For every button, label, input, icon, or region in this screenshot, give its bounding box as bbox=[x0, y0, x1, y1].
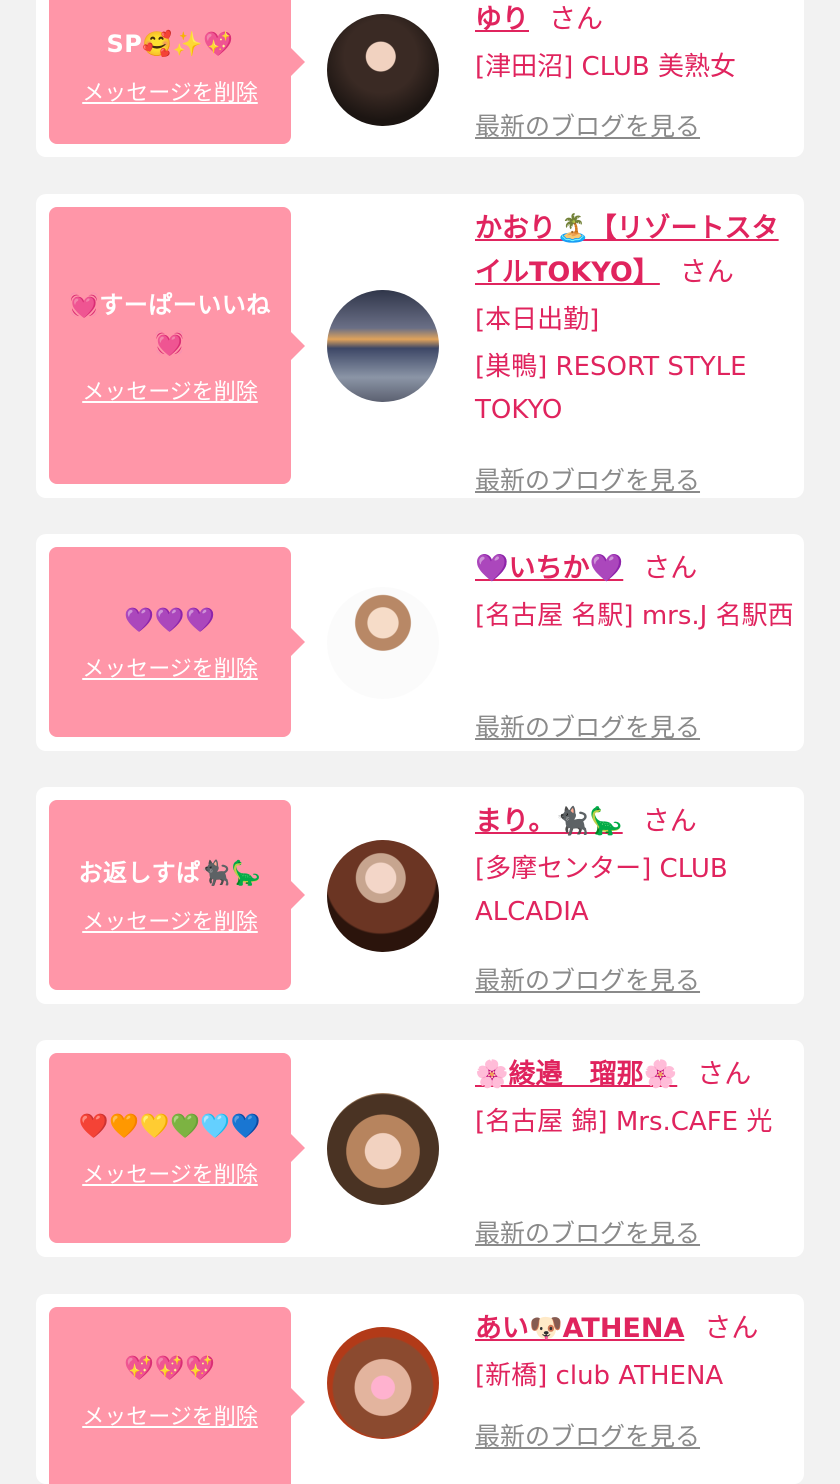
profile-info: ゆり さん [津田沼] CLUB 美熟女 最新のブログを見る bbox=[475, 0, 795, 141]
message-card: ❤️🧡💛💚🩵💙 メッセージを削除 🌸綾邉 瑠那🌸 さん [名古屋 錦] Mrs.C… bbox=[36, 1040, 804, 1257]
message-text: ❤️🧡💛💚🩵💙 bbox=[78, 1112, 262, 1140]
message-card: 💖💖💖 メッセージを削除 あい🐶ATHENA さん [新橋] club ATHEN… bbox=[36, 1294, 804, 1484]
honorific-label: さん bbox=[549, 4, 603, 35]
shop-info: [新橋] club ATHENA bbox=[475, 1361, 724, 1391]
message-text: 💖💖💖 bbox=[124, 1354, 216, 1382]
message-bubble: 💓すーぱーいいね💓 メッセージを削除 bbox=[49, 207, 305, 484]
latest-blog-link[interactable]: 最新のブログを見る bbox=[475, 961, 700, 997]
avatar[interactable] bbox=[327, 1093, 439, 1205]
message-bubble: ❤️🧡💛💚🩵💙 メッセージを削除 bbox=[49, 1053, 305, 1243]
shop-info: [本日出勤] bbox=[475, 305, 600, 335]
profile-name-link[interactable]: ゆり bbox=[475, 4, 529, 35]
profile-name-link[interactable]: あい🐶ATHENA bbox=[475, 1313, 684, 1344]
avatar[interactable] bbox=[327, 587, 439, 699]
message-card: 💓すーぱーいいね💓 メッセージを削除 かおり🏝️【リゾートスタイルTOKYO】さ… bbox=[36, 194, 804, 498]
honorific-label: さん bbox=[643, 553, 698, 584]
profile-info: 💜いちか💜 さん [名古屋 名駅] mrs.J 名駅西 最新のブログを見る bbox=[475, 547, 795, 742]
latest-blog-link[interactable]: 最新のブログを見る bbox=[475, 708, 700, 744]
delete-message-link[interactable]: メッセージを削除 bbox=[82, 904, 258, 936]
latest-blog-link[interactable]: 最新のブログを見る bbox=[475, 1417, 700, 1453]
latest-blog-link[interactable]: 最新のブログを見る bbox=[475, 461, 700, 497]
avatar[interactable] bbox=[327, 1327, 439, 1439]
shop-info: [名古屋 錦] Mrs.CAFE 光 bbox=[475, 1107, 773, 1137]
message-card: お返しすぱ🐈‍⬛🦕 メッセージを削除 まり。🐈‍⬛🦕 さん [多摩センター] CL… bbox=[36, 787, 804, 1004]
message-text: SP🥰✨💖 bbox=[106, 30, 234, 58]
profile-info: 🌸綾邉 瑠那🌸 さん [名古屋 錦] Mrs.CAFE 光 最新のブログを見る bbox=[475, 1053, 795, 1248]
message-bubble: SP🥰✨💖 メッセージを削除 bbox=[49, 0, 305, 144]
profile-info: あい🐶ATHENA さん [新橋] club ATHENA 最新のブログを見る bbox=[475, 1307, 795, 1451]
latest-blog-link[interactable]: 最新のブログを見る bbox=[475, 1214, 700, 1250]
profile-info: まり。🐈‍⬛🦕 さん [多摩センター] CLUB ALCADIA 最新のブログを見… bbox=[475, 800, 795, 995]
delete-message-link[interactable]: メッセージを削除 bbox=[82, 75, 258, 107]
message-text: 💜💜💜 bbox=[124, 606, 216, 634]
profile-name-link[interactable]: まり。🐈‍⬛🦕 bbox=[475, 806, 623, 837]
honorific-label: さん bbox=[679, 257, 734, 288]
message-card: SP🥰✨💖 メッセージを削除 ゆり さん [津田沼] CLUB 美熟女 最新のブロ… bbox=[36, 0, 804, 157]
message-text: 💓すーぱーいいね💓 bbox=[69, 290, 271, 357]
shop-info: [名古屋 名駅] mrs.J 名駅西 bbox=[475, 601, 794, 631]
shop-info: [津田沼] CLUB 美熟女 bbox=[475, 52, 737, 82]
honorific-label: さん bbox=[642, 806, 697, 837]
message-bubble: 💖💖💖 メッセージを削除 bbox=[49, 1307, 305, 1484]
message-bubble: お返しすぱ🐈‍⬛🦕 メッセージを削除 bbox=[49, 800, 305, 990]
profile-name-link[interactable]: 🌸綾邉 瑠那🌸 bbox=[475, 1059, 677, 1090]
avatar[interactable] bbox=[327, 290, 439, 402]
honorific-label: さん bbox=[704, 1313, 759, 1344]
delete-message-link[interactable]: メッセージを削除 bbox=[82, 1157, 258, 1189]
profile-name-link[interactable]: 💜いちか💜 bbox=[475, 553, 623, 584]
shop-info: [多摩センター] CLUB ALCADIA bbox=[475, 854, 728, 927]
profile-info: かおり🏝️【リゾートスタイルTOKYO】 さん [本日出勤] [巣鴨] RESOR… bbox=[475, 207, 795, 495]
avatar[interactable] bbox=[327, 14, 439, 126]
honorific-label: さん bbox=[697, 1059, 752, 1090]
delete-message-link[interactable]: メッセージを削除 bbox=[82, 651, 258, 683]
message-card: 💜💜💜 メッセージを削除 💜いちか💜 さん [名古屋 名駅] mrs.J 名駅西 … bbox=[36, 534, 804, 751]
delete-message-link[interactable]: メッセージを削除 bbox=[82, 374, 258, 406]
delete-message-link[interactable]: メッセージを削除 bbox=[82, 1399, 258, 1431]
latest-blog-link[interactable]: 最新のブログを見る bbox=[475, 107, 700, 143]
shop-info: [巣鴨] RESORT STYLE TOKYO bbox=[475, 352, 747, 425]
message-bubble: 💜💜💜 メッセージを削除 bbox=[49, 547, 305, 737]
avatar[interactable] bbox=[327, 840, 439, 952]
message-text: お返しすぱ🐈‍⬛🦕 bbox=[78, 859, 262, 887]
